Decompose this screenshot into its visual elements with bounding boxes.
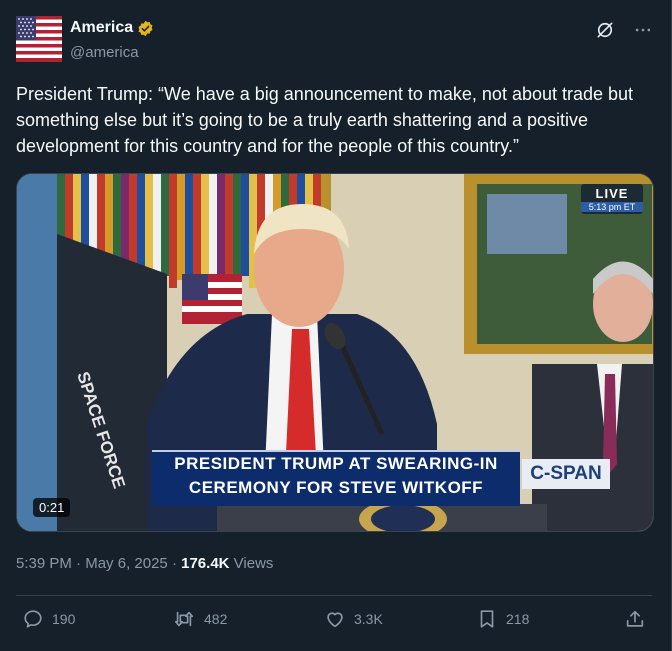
bookmark-icon [480,610,494,628]
post-meta: 5:39 PM · May 6, 2025 · 176.4K Views [16,555,273,572]
post-date[interactable]: May 6, 2025 [85,555,168,572]
views-count: 176.4K [181,555,230,572]
views-label: Views [233,555,274,572]
us-flag-icon[interactable] [16,16,62,62]
action-bar: 190 482 3.3K 218 [16,608,656,636]
divider [16,595,652,596]
tweet-text: President Trump: “We have a big announce… [16,84,634,156]
post: America @america President Trump: “We ha… [0,0,672,651]
reply-icon [24,610,42,628]
author-name-row: America [70,19,154,37]
repost-icon [174,611,194,627]
like-button[interactable]: 3.3K [324,608,383,630]
post-time[interactable]: 5:39 PM [16,555,72,572]
share-button[interactable] [624,608,646,630]
share-icon [626,610,644,627]
network-logo: C-SPAN [522,459,610,489]
grok-icon[interactable] [593,18,617,42]
repost-count: 482 [204,611,228,627]
live-badge: LIVE 5:13 pm ET [581,184,643,214]
more-icon[interactable] [631,18,655,42]
heart-icon [327,612,343,628]
header-icons [593,18,655,42]
bookmark-count: 218 [506,611,530,627]
reply-button[interactable]: 190 [22,608,75,630]
bookmark-button[interactable]: 218 [476,608,529,630]
author-display-name[interactable]: America [70,19,133,37]
live-label: LIVE [595,186,629,201]
like-count: 3.3K [354,611,383,627]
repost-button[interactable]: 482 [172,608,227,630]
reply-count: 190 [52,611,76,627]
video-duration: 0:21 [33,498,71,517]
chyron-line-1: PRESIDENT TRUMP AT SWEARING-IN [174,454,498,473]
chyron-line-2: CEREMONY FOR STEVE WITKOFF [188,478,484,497]
live-time: 5:13 pm ET [581,202,643,212]
meta-separator: · [171,555,177,572]
video-player[interactable]: SPACE FORCE LIVE 5:13 pm ET PRESIDENT TR… [16,173,654,532]
chyron: PRESIDENT TRUMP AT SWEARING-IN CEREMONY … [152,450,520,506]
author-handle[interactable]: @america [70,44,139,61]
meta-separator: · [76,555,82,572]
verified-gold-badge-icon [138,20,153,36]
